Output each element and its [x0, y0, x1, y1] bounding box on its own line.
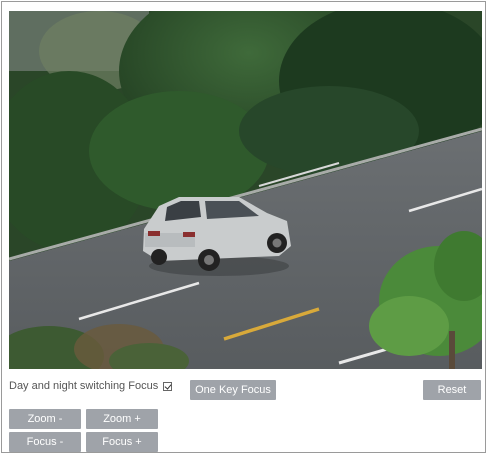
- focus-plus-button[interactable]: Focus +: [86, 432, 158, 452]
- focus-minus-button[interactable]: Focus -: [9, 432, 81, 452]
- video-preview[interactable]: [9, 11, 482, 369]
- zoom-plus-button[interactable]: Zoom +: [86, 409, 158, 429]
- day-night-focus-label: Day and night switching Focus: [9, 380, 159, 392]
- day-night-row: Day and night switching Focus: [9, 380, 173, 392]
- zoom-minus-button[interactable]: Zoom -: [9, 409, 81, 429]
- video-frame: [9, 11, 482, 369]
- day-night-focus-checkbox[interactable]: [163, 381, 173, 391]
- reset-button[interactable]: Reset: [423, 380, 481, 400]
- focus-control-panel: Day and night switching Focus One Key Fo…: [1, 1, 486, 453]
- one-key-focus-button[interactable]: One Key Focus: [190, 380, 276, 400]
